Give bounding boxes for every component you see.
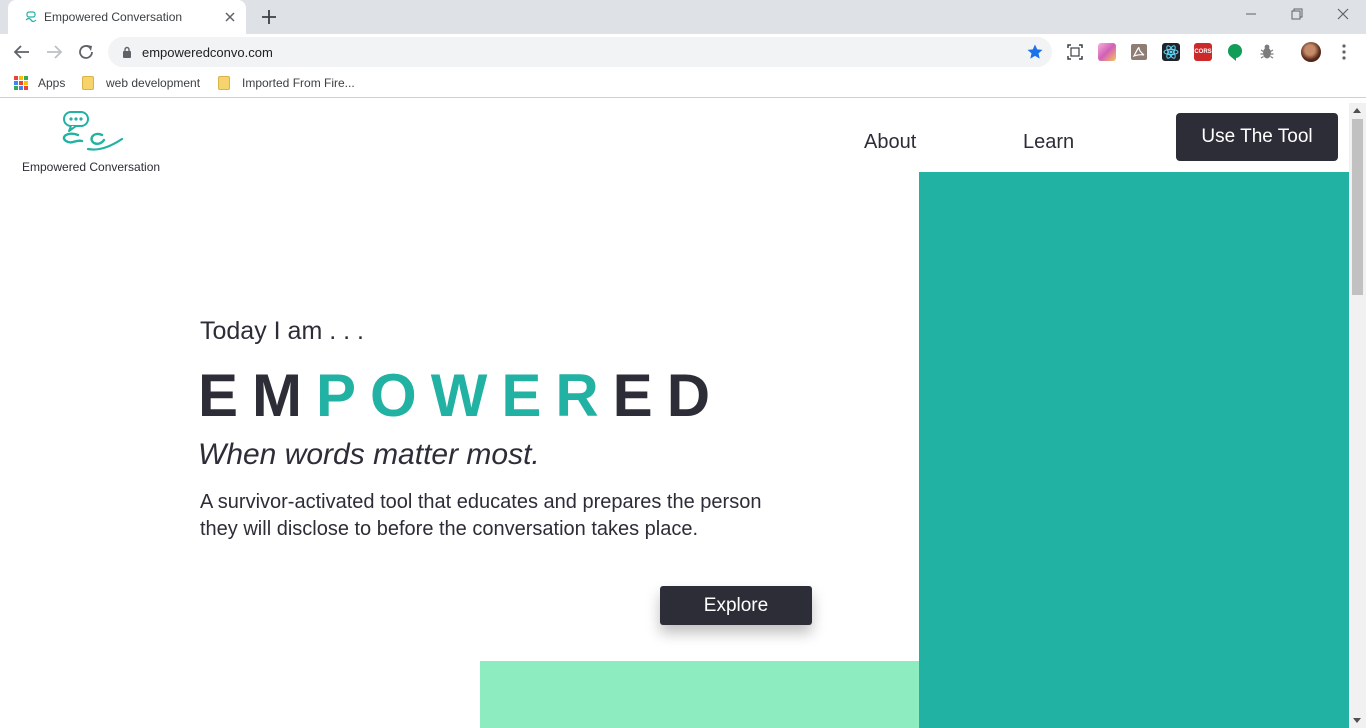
headline-dark-end: ED [612,362,725,429]
nav-about-link[interactable]: About [864,131,916,154]
bookmark-label: Apps [38,76,66,90]
profile-avatar[interactable] [1301,42,1321,62]
teal-decorative-panel [919,172,1349,728]
page-viewport: Empowered Conversation About Learn Use T… [0,103,1366,728]
url-text: empoweredconvo.com [142,45,273,60]
restore-icon[interactable] [1289,6,1305,22]
minimize-icon[interactable] [1243,6,1259,22]
bookmarks-bar: Apps web development Imported From Fire.… [0,70,1366,98]
lock-icon [123,46,131,58]
browser-menu-icon[interactable] [1336,43,1352,61]
folder-icon [82,76,94,90]
gradient-icon[interactable] [1098,43,1116,61]
pdf-icon[interactable] [1130,43,1148,61]
speech-bubble-logo-icon [62,111,124,151]
scroll-thumb[interactable] [1352,119,1363,295]
new-tab-icon[interactable] [260,8,278,26]
headline-accent: POWER [316,362,613,429]
bookmark-label: Imported From Fire... [242,76,355,90]
bookmark-label: web development [106,76,201,90]
cors-icon[interactable]: CORS [1194,43,1212,61]
address-bar[interactable]: empoweredconvo.com [108,37,1052,67]
bookmark-star-icon[interactable] [1026,43,1044,61]
bookmark-apps[interactable]: Apps [14,76,65,90]
mint-decorative-panel [480,661,919,728]
browser-toolbar: empoweredconvo.com CORS [0,34,1366,70]
site-logo[interactable]: Empowered Conversation [18,107,168,177]
react-icon[interactable] [1162,43,1180,61]
forward-icon[interactable] [45,43,63,61]
scroll-up-icon[interactable] [1353,108,1361,113]
folder-icon [218,76,230,90]
close-window-icon[interactable] [1335,6,1351,22]
hero-description: A survivor-activated tool that educates … [200,491,762,540]
bookmark-web-development[interactable]: web development [82,76,200,90]
hero-tagline: When words matter most. [198,438,540,471]
browser-tab[interactable]: Empowered Conversation [8,0,246,34]
explore-button[interactable]: Explore [660,586,812,625]
apps-grid-icon [14,76,28,90]
page-scrollbar[interactable] [1349,103,1366,728]
nav-learn-link[interactable]: Learn [1023,131,1074,154]
hangouts-icon[interactable] [1226,43,1244,61]
scroll-down-icon[interactable] [1353,718,1361,723]
reload-icon[interactable] [77,43,95,61]
site-favicon-icon [25,11,37,23]
use-the-tool-button[interactable]: Use The Tool [1176,113,1338,161]
hero-headline: EMPOWERED [198,362,724,430]
screenshot-icon[interactable] [1066,43,1084,61]
headline-dark-start: EM [198,362,316,429]
logo-text: Empowered Conversation [22,160,161,174]
bookmark-imported-from-firefox[interactable]: Imported From Fire... [218,76,355,90]
bug-icon[interactable] [1258,43,1276,61]
back-icon[interactable] [13,43,31,61]
tab-title: Empowered Conversation [44,10,183,24]
hero-intro: Today I am . . . [200,317,364,345]
close-tab-icon[interactable] [222,9,238,25]
tab-strip: Empowered Conversation [0,0,1366,34]
